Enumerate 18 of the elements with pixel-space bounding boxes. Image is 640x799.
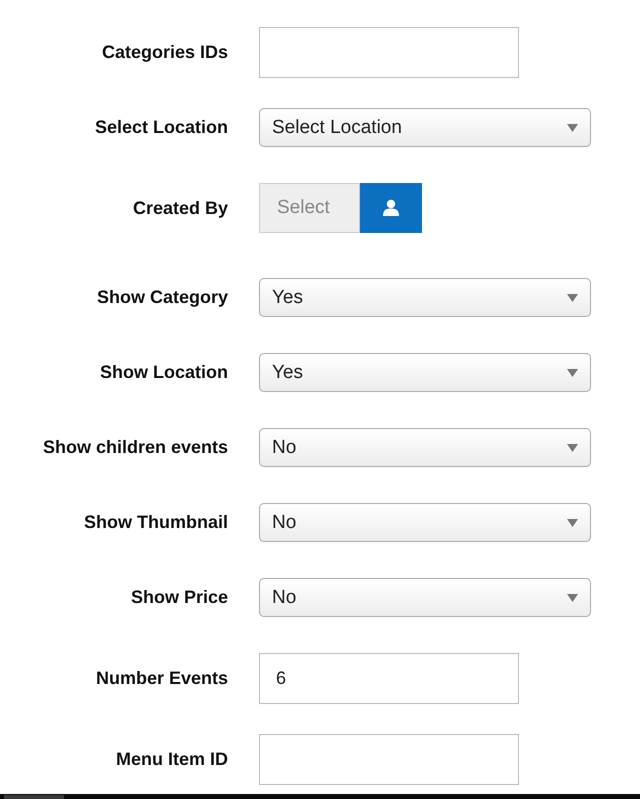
user-field[interactable]: Select xyxy=(259,183,360,233)
field-label: Show Price xyxy=(130,587,228,608)
field-label: Categories IDs xyxy=(100,42,228,63)
dropdown[interactable]: Select Location xyxy=(259,108,591,147)
field-label: Number Events xyxy=(94,668,228,689)
field-label: Created By xyxy=(132,198,228,218)
dropdown[interactable]: Yes xyxy=(259,353,591,392)
field-label: Show Category xyxy=(96,287,228,308)
text-field[interactable]: 6 xyxy=(259,653,519,704)
dropdown[interactable]: No xyxy=(259,578,591,617)
field-label: Menu Item ID xyxy=(114,749,228,770)
field-label: Show children events xyxy=(42,437,228,458)
dropdown[interactable]: No xyxy=(259,503,591,542)
field-label: Select Location xyxy=(94,117,228,138)
field-label: Show Location xyxy=(99,362,228,383)
field-label: Show Thumbnail xyxy=(83,512,228,533)
dropdown[interactable]: Yes xyxy=(259,278,591,317)
dropdown[interactable]: No xyxy=(259,428,591,467)
